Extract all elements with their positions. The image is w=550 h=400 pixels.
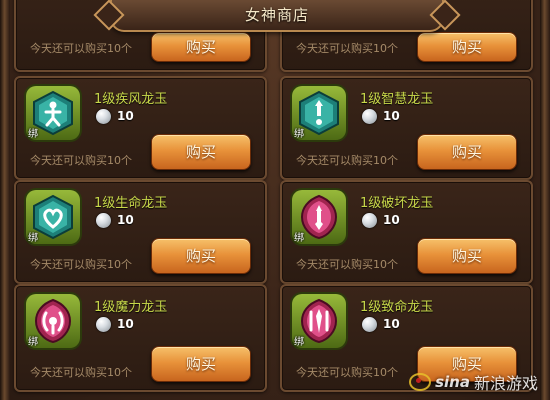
left-frame-border [0, 0, 10, 400]
bound-tag: 绑 [294, 337, 304, 348]
shop-item-card-magic-jade: 绑 1级魔力龙玉 10 今天还可以购买10个 购买 [14, 284, 267, 392]
item-name: 1级破坏龙玉 [360, 196, 434, 211]
item-name: 1级致命龙玉 [360, 300, 434, 315]
shop-title-bar: 女神商店 [93, 0, 461, 32]
buy-button[interactable]: 购买 [417, 238, 517, 274]
page-title: 女神商店 [244, 6, 309, 24]
watermark-text: 新浪游戏 [473, 374, 538, 393]
bound-tag: 绑 [28, 129, 38, 140]
item-price: 10 [383, 109, 400, 123]
buy-button[interactable]: 购买 [417, 134, 517, 170]
item-icon-slot[interactable]: 绑 [292, 294, 346, 348]
item-name: 1级智慧龙玉 [360, 92, 434, 107]
purchase-limit-text: 今天还可以购买10个 [30, 154, 132, 167]
shop-item-card-gale-jade: 绑 1级疾风龙玉 10 今天还可以购买10个 购买 [14, 76, 267, 180]
shop-item-card-life-jade: 绑 1级生命龙玉 10 今天还可以购买10个 购买 [14, 180, 267, 284]
shop-item-card-destruction-jade: 绑 1级破坏龙玉 10 今天还可以购买10个 购买 [280, 180, 533, 284]
watermark-brand: sina [435, 373, 470, 391]
buy-button[interactable]: 购买 [151, 238, 251, 274]
bound-tag: 绑 [28, 337, 38, 348]
item-price: 10 [383, 213, 400, 227]
item-icon-slot[interactable]: 绑 [292, 190, 346, 244]
item-name: 1级生命龙玉 [94, 196, 168, 211]
pearl-icon [96, 317, 111, 332]
right-frame-border [540, 0, 550, 400]
item-name: 1级疾风龙玉 [94, 92, 168, 107]
purchase-limit-text: 今天还可以购买10个 [296, 42, 398, 55]
purchase-limit-text: 今天还可以购买10个 [30, 258, 132, 271]
item-price: 10 [383, 317, 400, 331]
buy-button[interactable]: 购买 [151, 346, 251, 382]
item-icon-slot[interactable]: 绑 [26, 294, 80, 348]
buy-button[interactable]: 购买 [151, 32, 251, 62]
buy-button[interactable]: 购买 [417, 32, 517, 62]
bound-tag: 绑 [294, 233, 304, 244]
purchase-limit-text: 今天还可以购买10个 [30, 42, 132, 55]
item-icon-slot[interactable]: 绑 [26, 190, 80, 244]
pearl-icon [362, 109, 377, 124]
shop-item-grid: 今天还可以购买10个 购买 今天还可以购买10个 购买 绑 1级疾风龙玉 10 … [14, 0, 533, 400]
bound-tag: 绑 [294, 129, 304, 140]
sina-eye-logo-icon [409, 373, 432, 391]
watermark: sina 新浪游戏 [409, 370, 538, 394]
bound-tag: 绑 [28, 233, 38, 244]
purchase-limit-text: 今天还可以购买10个 [30, 366, 132, 379]
item-icon-slot[interactable]: 绑 [26, 86, 80, 140]
shop-item-card-wisdom-jade: 绑 1级智慧龙玉 10 今天还可以购买10个 购买 [280, 76, 533, 180]
buy-button[interactable]: 购买 [151, 134, 251, 170]
item-price: 10 [117, 109, 134, 123]
item-price: 10 [117, 213, 134, 227]
pearl-icon [96, 109, 111, 124]
item-price: 10 [117, 317, 134, 331]
pearl-icon [96, 213, 111, 228]
pearl-icon [362, 317, 377, 332]
purchase-limit-text: 今天还可以购买10个 [296, 258, 398, 271]
purchase-limit-text: 今天还可以购买10个 [296, 154, 398, 167]
item-name: 1级魔力龙玉 [94, 300, 168, 315]
pearl-icon [362, 213, 377, 228]
item-icon-slot[interactable]: 绑 [292, 86, 346, 140]
purchase-limit-text: 今天还可以购买10个 [296, 366, 398, 379]
